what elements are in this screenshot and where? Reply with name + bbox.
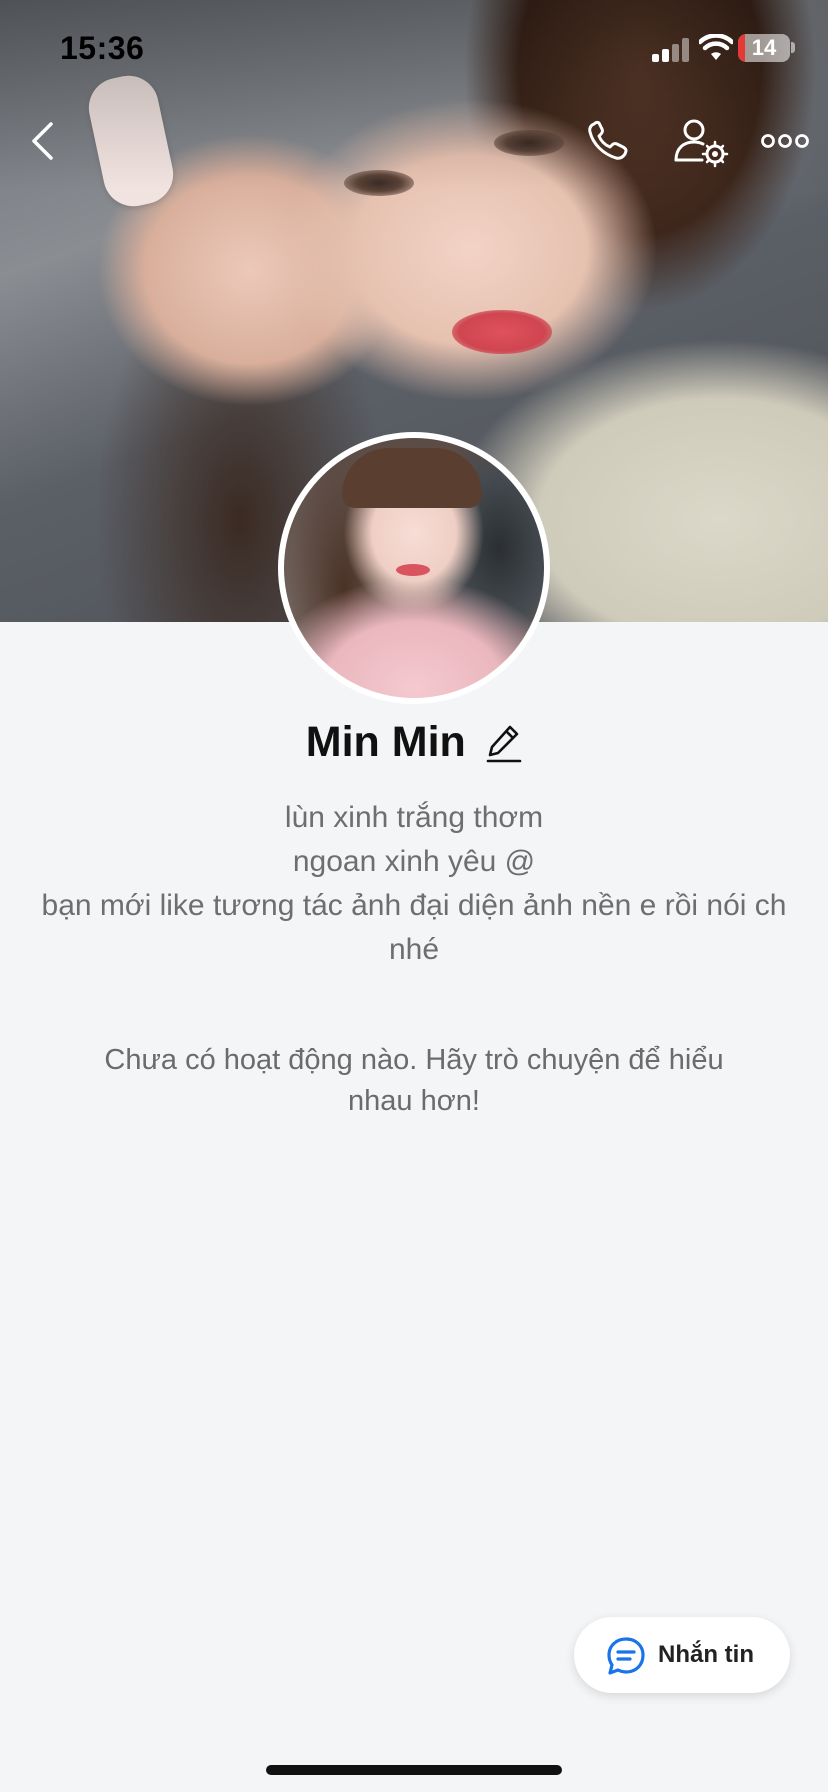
empty-activity-text: Chưa có hoạt động nào. Hãy trò chuyện để…	[104, 1044, 724, 1117]
bio-line: lùn xinh trắng thơm	[284, 801, 544, 834]
edit-pencil-icon[interactable]	[486, 723, 522, 763]
more-icon[interactable]	[760, 126, 810, 156]
profile-name: Min Min	[305, 718, 466, 766]
status-bar: 15:36 14	[0, 0, 828, 96]
bio-line: bạn mới like tương tác ảnh đại diện ảnh …	[41, 889, 787, 966]
avatar[interactable]	[278, 432, 550, 704]
profile-bio: lùn xinh trắng thơm ngoan xinh yêu @ bạn…	[20, 796, 808, 972]
phone-icon[interactable]	[584, 118, 634, 164]
avatar-photo	[284, 438, 544, 698]
cover-detail	[452, 310, 552, 354]
profile-name-row: Min Min	[0, 718, 828, 767]
user-settings-icon[interactable]	[672, 116, 732, 168]
status-time: 15:36	[60, 30, 145, 66]
message-button-label: Nhắn tin	[658, 1641, 754, 1668]
battery-level: 14	[751, 35, 777, 60]
avatar-detail	[396, 564, 430, 576]
chevron-left-icon[interactable]	[24, 118, 64, 164]
bio-line: ngoan xinh yêu @	[292, 845, 536, 878]
cellular-signal-icon	[652, 38, 689, 62]
home-indicator[interactable]	[266, 1765, 562, 1775]
battery-tip	[791, 42, 795, 53]
message-button[interactable]: Nhắn tin	[574, 1617, 790, 1693]
wifi-icon	[699, 34, 733, 60]
avatar-detail	[342, 448, 482, 508]
battery-icon: 14	[738, 34, 790, 62]
chat-icon	[607, 1637, 645, 1675]
